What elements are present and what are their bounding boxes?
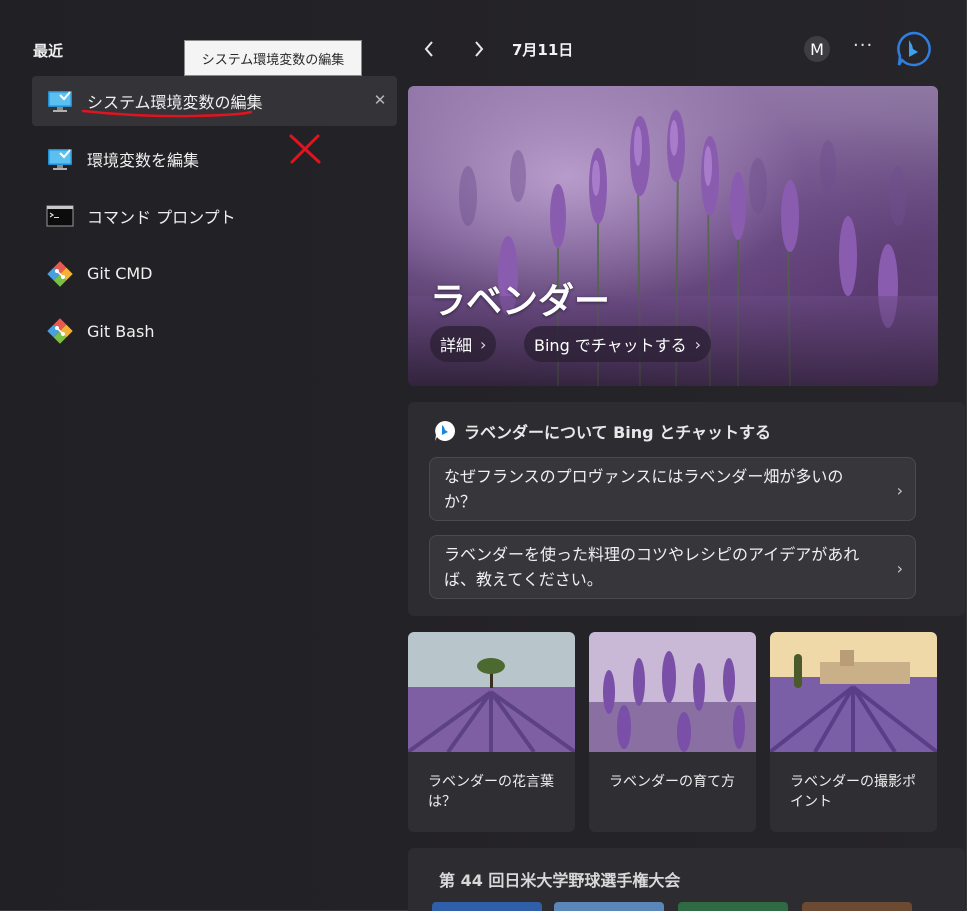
date-label: 7月11日 (512, 41, 574, 59)
recent-item-git-bash[interactable]: Git Bash (32, 306, 397, 356)
chat-card-header: ラベンダーについて Bing とチャットする (434, 419, 771, 443)
lavender-abbey-image (770, 632, 937, 752)
bing-chat-icon (435, 421, 455, 441)
chevron-left-icon (424, 41, 433, 57)
lavender-field-tree-image (408, 632, 575, 752)
chevron-right-icon: › (694, 334, 702, 354)
tile-caption: ラベンダーの撮影ポイント (790, 774, 916, 810)
widgets-header: 7月11日 M ··· (408, 28, 938, 72)
recent-section-title: 最近 (33, 42, 64, 60)
more-options-button[interactable]: ··· (853, 35, 873, 56)
chat-suggestion[interactable]: ラベンダーを使った料理のコツやレシピのアイデアがあれば、教えてください。 › (429, 535, 916, 599)
hero-card[interactable]: ラベンダー 詳細 › Bing でチャットする › (408, 86, 938, 386)
chat-suggestion-text: なぜフランスのプロヴァンスにはラベンダー畑が多いのか？ (444, 467, 844, 511)
news-thumbnail (432, 902, 542, 911)
details-button[interactable]: 詳細 › (430, 326, 497, 362)
chat-suggestion[interactable]: なぜフランスのプロヴァンスにはラベンダー畑が多いのか？ › (429, 457, 916, 521)
widgets-window: 最近 システム環境変数の編集 システム環境変数の編集 ✕ 環境変数を編集 コマン… (0, 0, 967, 911)
bing-chat-card: ラベンダーについて Bing とチャットする なぜフランスのプロヴァンスにはラベ… (408, 402, 965, 616)
news-thumbnails (432, 902, 932, 911)
recent-item-label: Git Bash (87, 321, 155, 341)
recent-item-label: Git CMD (87, 264, 153, 283)
forward-button[interactable] (466, 36, 492, 62)
chat-suggestion-text: ラベンダーを使った料理のコツやレシピのアイデアがあれば、教えてください。 (444, 545, 860, 589)
chat-card-title: ラベンダーについて Bing とチャットする (464, 423, 772, 442)
bing-chat-label: Bing でチャットする (534, 336, 687, 355)
lavender-closeup-image (589, 632, 756, 752)
chevron-right-icon (475, 41, 484, 57)
command-prompt-icon (45, 203, 75, 229)
tile-lavender-growing[interactable]: ラベンダーの育て方 (589, 632, 756, 832)
bing-chat-icon (897, 31, 931, 67)
chevron-right-icon: › (896, 481, 903, 500)
red-cross-annotation (289, 134, 321, 164)
tooltip: システム環境変数の編集 (184, 40, 362, 76)
tile-lavender-meaning[interactable]: ラベンダーの花言葉は？ (408, 632, 575, 832)
tile-lavender-photo[interactable]: ラベンダーの撮影ポイント (770, 632, 937, 832)
avatar[interactable]: M (804, 36, 830, 62)
recent-item-label: 環境変数を編集 (87, 150, 200, 170)
news-thumbnail (802, 902, 912, 911)
recent-item-env-vars[interactable]: 環境変数を編集 (32, 134, 397, 184)
related-tiles: ラベンダーの花言葉は？ ラベンダーの育て方 ラベンダーの撮影ポイント (408, 632, 938, 832)
news-thumbnail (554, 902, 664, 911)
recent-item-label: コマンド プロンプト (87, 208, 236, 227)
news-thumbnail (678, 902, 788, 911)
news-card[interactable]: 第 44 回日米大学野球選手権大会 (408, 848, 965, 911)
recent-panel: 最近 システム環境変数の編集 システム環境変数の編集 ✕ 環境変数を編集 コマン… (0, 0, 405, 911)
tile-caption: ラベンダーの育て方 (609, 774, 735, 790)
git-icon (45, 318, 75, 344)
git-icon (45, 260, 75, 287)
bing-button[interactable] (895, 30, 933, 68)
tile-caption: ラベンダーの花言葉は？ (428, 774, 554, 810)
back-button[interactable] (416, 36, 442, 62)
monitor-settings-icon (45, 88, 75, 114)
bing-chat-button[interactable]: Bing でチャットする › (524, 326, 712, 362)
recent-item-command-prompt[interactable]: コマンド プロンプト (32, 191, 397, 241)
recent-item-git-cmd[interactable]: Git CMD (32, 249, 397, 299)
red-underline-annotation (81, 109, 253, 118)
monitor-settings-icon (45, 146, 75, 172)
chevron-right-icon: › (480, 334, 487, 354)
hero-title: ラベンダー (430, 281, 611, 322)
remove-icon[interactable]: ✕ (373, 93, 387, 108)
details-label: 詳細 (440, 336, 473, 355)
chevron-right-icon: › (896, 559, 903, 578)
news-card-title: 第 44 回日米大学野球選手権大会 (439, 871, 681, 890)
